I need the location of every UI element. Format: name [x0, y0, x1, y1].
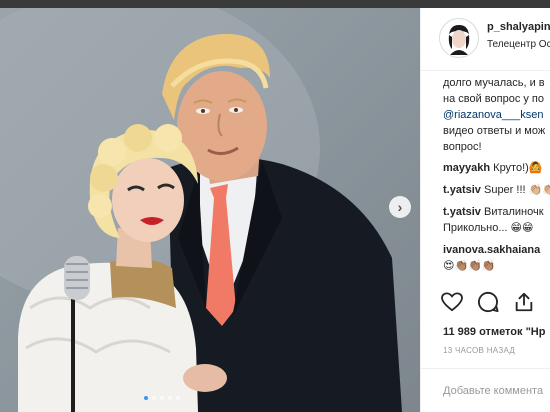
carousel-dot: [168, 396, 172, 400]
comment-text: Круто!)🙆: [493, 162, 543, 174]
add-comment-placeholder: Добавьте коммента: [443, 385, 544, 397]
comment-item: t.yatsiv Super !!! 👏🏼👏🏼: [443, 182, 550, 198]
post-actions: [441, 291, 535, 313]
comment-text: 😍👏🏽👏🏽👏🏽: [443, 260, 496, 272]
carousel-dot: [144, 396, 148, 400]
comment-list: mayyakh Круто!)🙆 t.yatsiv Super !!! 👏🏼👏🏼…: [443, 160, 550, 280]
post-side-panel: p_shalyapin Телецентр Ос долго мучалась,…: [420, 8, 550, 412]
comment-icon[interactable]: [477, 291, 499, 313]
comment-username[interactable]: mayyakh: [443, 162, 490, 174]
avatar-image: [441, 20, 477, 56]
chevron-right-icon: ›: [397, 199, 403, 215]
caption-line: видео ответы и мож: [443, 125, 546, 137]
likes-count[interactable]: 11 989 отметок "Нр: [443, 326, 545, 338]
post-timestamp[interactable]: 13 ЧАСОВ НАЗАД: [443, 346, 515, 355]
carousel-dots: [144, 396, 180, 400]
post-header: p_shalyapin Телецентр Ос: [421, 8, 550, 71]
heart-icon[interactable]: [441, 292, 463, 312]
comment-username[interactable]: t.yatsiv: [443, 184, 481, 196]
top-strip: [0, 0, 550, 8]
carousel-dot: [160, 396, 164, 400]
comment-username[interactable]: ivanova.sakhaiana: [443, 244, 540, 256]
likes-number: 11 989: [443, 326, 477, 338]
comment-text: Прикольно... 😁😁: [443, 222, 534, 234]
post-username[interactable]: p_shalyapin: [487, 21, 550, 33]
caption-line: долго мучалась, и в: [443, 77, 545, 89]
add-comment-input[interactable]: Добавьте коммента: [421, 368, 550, 412]
comment-username[interactable]: t.yatsiv: [443, 206, 481, 218]
comment-item: mayyakh Круто!)🙆: [443, 160, 550, 176]
caption-line: вопрос!: [443, 141, 482, 153]
post-photo[interactable]: ›: [0, 8, 420, 412]
caption-line: на свой вопрос у по: [443, 93, 545, 105]
share-icon[interactable]: [513, 291, 535, 313]
carousel-dot: [176, 396, 180, 400]
post-caption: долго мучалась, и в на свой вопрос у по …: [443, 75, 545, 155]
avatar[interactable]: [439, 18, 479, 58]
post-location[interactable]: Телецентр Ос: [487, 39, 550, 50]
carousel-next-button[interactable]: ›: [389, 196, 411, 218]
comment-text: Super !!! 👏🏼👏🏼: [483, 184, 550, 196]
comment-item: ivanova.sakhaiana 😍👏🏽👏🏽👏🏽: [443, 242, 550, 274]
likes-tail: "Нр: [525, 326, 546, 338]
carousel-dot: [152, 396, 156, 400]
likes-label: отметок: [479, 326, 523, 338]
post-dialog: › p_shalyapin Телецентр Ос долго мучалас…: [0, 8, 550, 412]
caption-mention-link[interactable]: @riazanova___ksen: [443, 107, 545, 123]
comment-text: Виталиночк: [483, 206, 544, 218]
photo-illustration: [0, 8, 402, 412]
comment-item: t.yatsiv Виталиночк Прикольно... 😁😁: [443, 204, 550, 236]
